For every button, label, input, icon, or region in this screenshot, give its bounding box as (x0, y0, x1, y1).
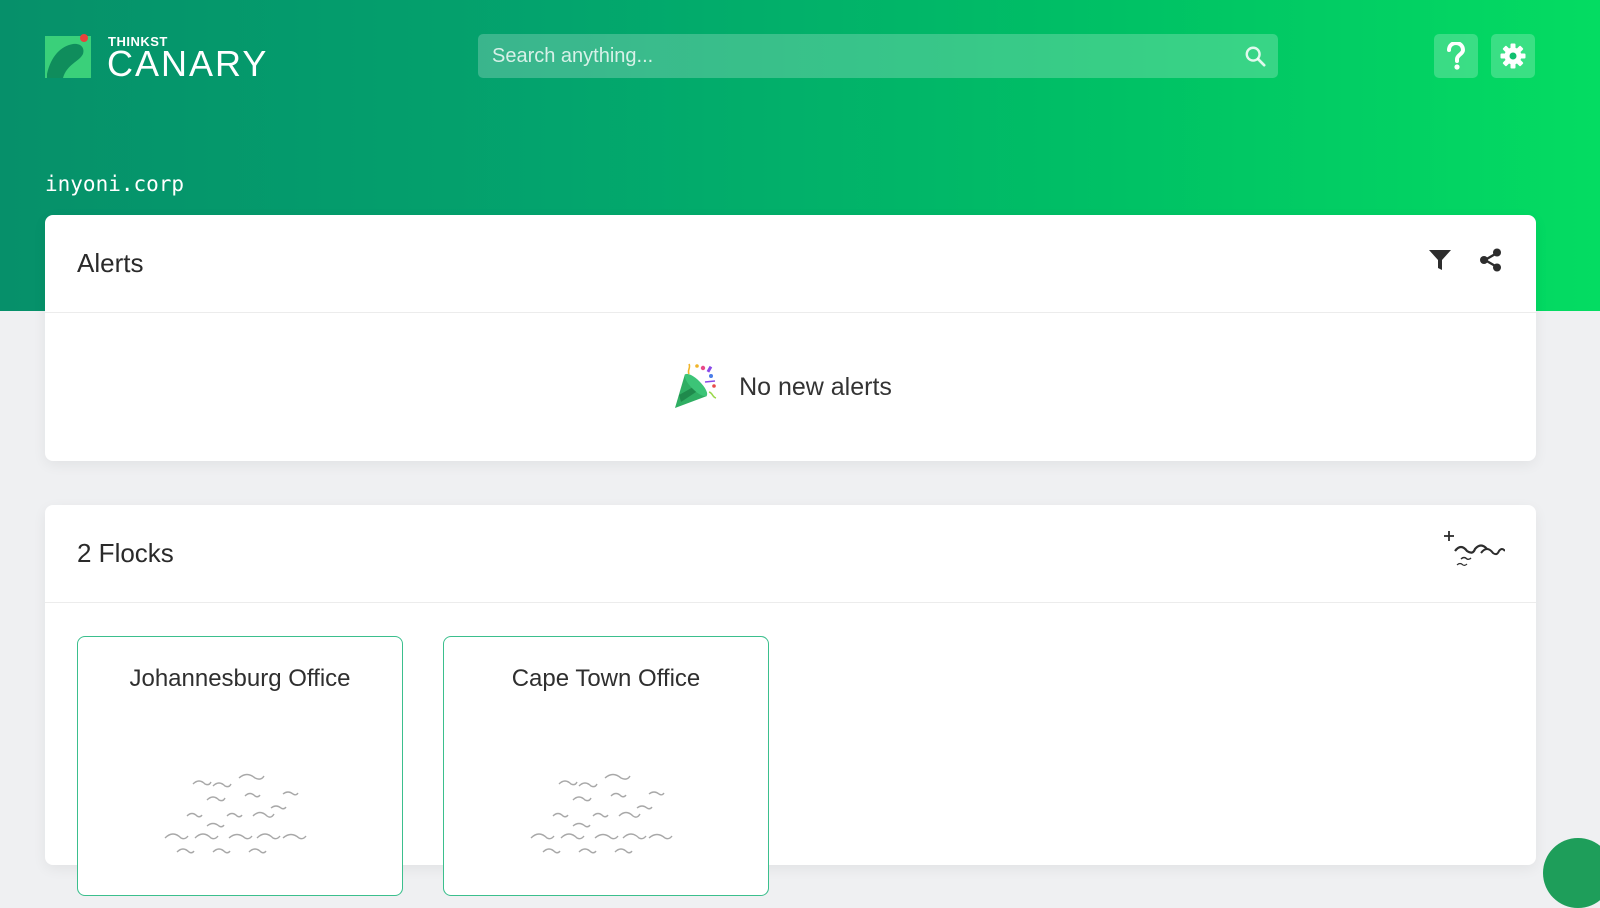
settings-button[interactable] (1491, 34, 1535, 78)
flock-birds-icon (530, 773, 673, 854)
question-mark-icon (1447, 42, 1466, 70)
alerts-title: Alerts (77, 248, 144, 278)
alerts-empty-state: No new alerts (45, 313, 1536, 461)
flock-card-cape-town[interactable]: Cape Town Office (443, 636, 769, 896)
alerts-header: Alerts (45, 215, 1536, 313)
domain-label: inyoni.corp (45, 172, 185, 196)
flocks-header: 2 Flocks (45, 505, 1536, 603)
party-popper-icon (675, 363, 717, 408)
logo-canary-text: CANARY (107, 43, 269, 84)
canary-bird-logo-icon (45, 34, 91, 78)
flocks-title: 2 Flocks (77, 538, 174, 568)
chat-launcher-button[interactable] (1543, 838, 1600, 908)
canary-logo[interactable]: THINKST CANARY (45, 34, 325, 84)
alerts-card: Alerts No new alerts (45, 215, 1536, 461)
gear-icon (1500, 43, 1526, 69)
search-bar (478, 34, 1278, 78)
add-flock-icon[interactable] (1443, 529, 1505, 569)
help-button[interactable] (1434, 34, 1478, 78)
flock-birds-icon (164, 773, 307, 854)
filter-icon[interactable] (1427, 247, 1453, 273)
search-input[interactable] (478, 34, 1218, 78)
no-alerts-message: No new alerts (739, 372, 892, 401)
search-icon[interactable] (1244, 45, 1266, 67)
share-icon[interactable] (1478, 247, 1504, 273)
flocks-card: 2 Flocks Johannesburg Office Cape Town O… (45, 505, 1536, 896)
flock-card-johannesburg[interactable]: Johannesburg Office (77, 636, 403, 896)
flock-name: Johannesburg Office (129, 665, 351, 692)
flock-name: Cape Town Office (511, 665, 701, 692)
